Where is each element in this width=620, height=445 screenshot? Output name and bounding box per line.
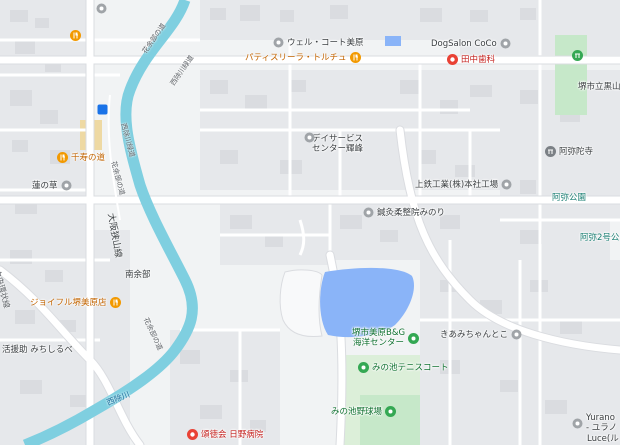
poi-label: 活援助 みちしるべ [2,345,73,355]
map-base-layer [0,0,620,445]
poi-tennis[interactable]: みの池テニスコート [358,362,449,373]
poi-baseball[interactable]: みの池野球場 [331,406,397,417]
poi-patisserie[interactable]: パティスリーラ・トルチュ [245,52,361,63]
location-pin-icon [363,207,374,218]
fork-knife-icon [109,297,121,308]
route-shield-icon [97,104,108,115]
location-pin-icon [273,37,284,48]
poi-label: 阿弥公園 [552,193,587,203]
poi-kiamichan[interactable]: きあみちゃんとこ [440,329,522,340]
temple-icon [545,146,556,157]
location-pin-icon [385,406,397,417]
poi-katsuen[interactable]: 活援助 みちしるべ [2,345,73,355]
map-canvas[interactable]: 西除川 花余部の道 西除川緑道 西除川緑道 花余部の道 大阪狭山線 花余部の道 … [0,0,620,445]
poi-hino-hospital[interactable]: 頌徳会 日野病院 [187,429,263,440]
fork-knife-icon [70,30,81,41]
kurozan-park-area [555,35,587,115]
poi-label: 千寿の道 [71,152,106,163]
route-badge [97,104,108,115]
poi-label: 堺市立黒山 [578,82,620,92]
location-pin-icon [500,38,511,49]
poi-well-court[interactable]: ウェル・コート美原 [273,37,364,48]
poi-kaiyo-center[interactable]: 堺市美原B&G 海洋センター [352,328,420,348]
fork-knife-icon [349,52,361,63]
poi-tanaka-dental[interactable]: 田中歯科 [447,54,495,65]
poi-marker-left[interactable] [70,30,81,41]
poi-day-service[interactable]: デイサービス センター輝峰 [312,134,363,154]
poi-label: 蓮の草 [32,180,58,191]
hospital-icon [187,429,198,440]
location-pin-icon [61,180,72,191]
poi-joutetsu[interactable]: 上鉄工業(株)本社工場 [415,179,512,190]
poi-amida2-park[interactable]: 阿弥2号公 [580,233,619,243]
poi-yurano[interactable]: Yurano - ユラノ [572,413,617,433]
poi-senju[interactable]: 千寿の道 [57,152,105,163]
poi-label: 堺市美原B&G 海洋センター [352,328,406,348]
poi-label: ジョイフル堺美原店 [30,297,107,308]
poi-label: 阿弥2号公 [580,233,620,243]
poi-label: みの池野球場 [331,406,383,417]
location-pin-icon [501,179,512,190]
poi-joyful[interactable]: ジョイフル堺美原店 [30,297,121,308]
temple-icon [572,50,583,61]
hospital-icon [447,54,458,65]
poi-label: みの池テニスコート [372,362,449,373]
poi-label: 阿弥陀寺 [559,146,594,157]
poi-label: ウェル・コート美原 [287,37,364,48]
poi-luce[interactable]: Luce(ル [587,434,619,444]
location-pin-icon [96,3,107,14]
area-label: 南余部 [125,270,151,280]
location-pin-icon [572,418,583,429]
poi-kurozan-park[interactable]: 堺市立黒山 [578,82,620,92]
poi-dogsalon[interactable]: DogSalon CoCo [431,38,511,49]
poi-label: デイサービス センター輝峰 [312,134,364,154]
poi-label: DogSalon CoCo [431,38,497,49]
fork-knife-icon [57,152,68,163]
poi-label: きあみちゃんとこ [440,329,509,340]
location-pin-icon [511,329,522,340]
location-pin-icon [408,332,420,344]
poi-label: Yurano - ユラノ [586,413,618,433]
poi-marker-top[interactable] [96,3,107,14]
poi-seikotsu[interactable]: 鍼灸柔整院みのり [363,207,445,218]
location-pin [304,132,315,143]
poi-label: Luce(ル [587,434,619,444]
location-pin-icon [304,132,315,143]
poi-hasunokusa[interactable]: 蓮の草 [32,180,72,191]
location-pin-icon [358,362,369,373]
poi-label: 上鉄工業(株)本社工場 [415,179,499,190]
poi-amida-park[interactable]: 阿弥公園 [552,193,586,203]
poi-amidaji[interactable]: 阿弥陀寺 [545,146,593,157]
temple-marker[interactable] [572,50,583,61]
poi-label: 頌徳会 日野病院 [201,429,264,440]
poi-label: 鍼灸柔整院みのり [377,207,446,218]
poi-label: 田中歯科 [461,54,496,65]
poi-label: パティスリーラ・トルチュ [245,52,347,63]
